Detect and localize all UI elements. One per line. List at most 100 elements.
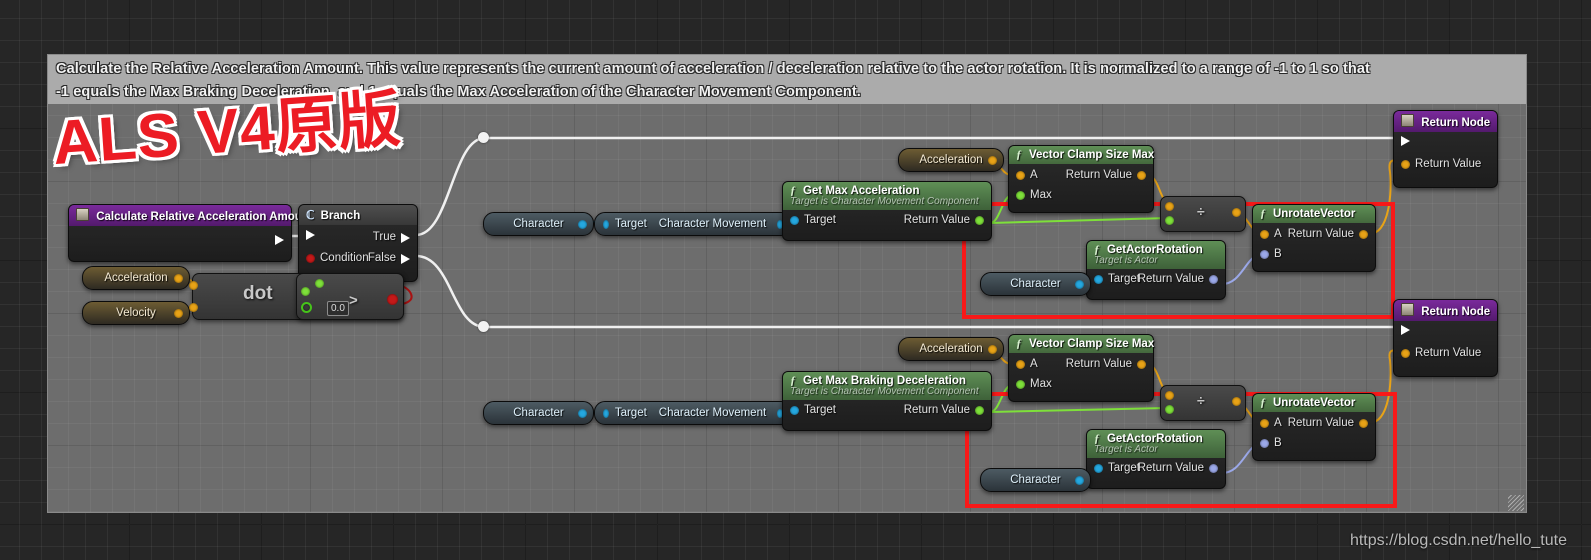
output-pin[interactable] [174, 273, 183, 283]
output-pin[interactable] [174, 308, 183, 318]
output-pin[interactable] [1075, 279, 1084, 289]
node-get-actor-rotation-top[interactable]: ƒ GetActorRotation Target is Actor Targe… [1086, 240, 1226, 300]
return-value-label: Return Value [1287, 417, 1354, 429]
node-calculate-relative-acceleration-amount[interactable]: Calculate Relative Acceleration Amount [68, 204, 313, 262]
node-divide-bottom[interactable]: ÷ [1160, 385, 1246, 421]
return-value-pin[interactable] [975, 216, 984, 225]
target-input-pin[interactable] [1094, 275, 1103, 284]
variable-character-bottom[interactable]: Character [483, 401, 594, 425]
target-input-pin[interactable] [790, 406, 799, 415]
node-return-bottom[interactable]: Return Node Return Value [1393, 299, 1498, 377]
return-value-pin[interactable] [1359, 230, 1368, 239]
return-value-pin[interactable] [1401, 160, 1410, 169]
return-value-pin[interactable] [1401, 349, 1410, 358]
node-header: Return Node [1394, 111, 1497, 132]
node-divide-top[interactable]: ÷ [1160, 196, 1246, 232]
compare-output-pin[interactable] [387, 294, 398, 305]
target-pin[interactable] [603, 408, 609, 418]
compare-link-pin[interactable] [315, 279, 324, 288]
target-input-pin[interactable] [1094, 464, 1103, 473]
branch-icon: ℂ [306, 208, 315, 222]
compare-input-b-pin[interactable] [301, 302, 312, 313]
output-pin[interactable] [578, 219, 587, 229]
condition-pin[interactable] [306, 254, 315, 263]
output-pin[interactable] [988, 155, 997, 165]
node-title: Vector Clamp Size Max [1028, 149, 1155, 161]
exec-reroute-bottom[interactable] [478, 321, 489, 332]
return-value-pin[interactable] [1359, 419, 1368, 428]
node-header: ƒ Get Max Acceleration Target is Charact… [783, 182, 991, 210]
variable-character-rotation-bottom[interactable]: Character [980, 468, 1091, 492]
input-a-pin[interactable] [1016, 360, 1025, 369]
dot-input-a-pin[interactable] [189, 281, 198, 290]
node-get-max-braking-deceleration[interactable]: ƒ Get Max Braking Deceleration Target is… [782, 371, 992, 431]
divide-output-pin[interactable] [1232, 208, 1241, 217]
divide-input-b-pin[interactable] [1165, 405, 1174, 414]
dot-input-b-pin[interactable] [189, 303, 198, 312]
node-greater-than[interactable]: 0.0 > [296, 273, 404, 320]
blueprint-canvas[interactable]: Calculate the Relative Acceleration Amou… [0, 0, 1591, 560]
variable-acceleration[interactable]: Acceleration [82, 266, 190, 290]
return-value-pin[interactable] [1209, 464, 1218, 473]
output-pin[interactable] [988, 344, 997, 354]
compare-value-field[interactable]: 0.0 [327, 301, 349, 316]
variable-character-movement-bottom[interactable]: Target Character Movement [594, 401, 792, 425]
node-get-actor-rotation-bottom[interactable]: ƒ GetActorRotation Target is Actor Targe… [1086, 429, 1226, 489]
divide-output-pin[interactable] [1232, 397, 1241, 406]
divide-input-a-pin[interactable] [1165, 202, 1174, 211]
variable-character-top[interactable]: Character [483, 212, 594, 236]
output-pin[interactable] [578, 408, 587, 418]
node-subtitle: Target is Actor [1094, 255, 1158, 266]
node-unrotate-vector-top[interactable]: ƒ UnrotateVector A Return Value B [1252, 204, 1376, 272]
node-vector-clamp-size-max-bottom[interactable]: ƒ Vector Clamp Size Max A Return Value M… [1008, 334, 1154, 402]
target-label: Target [614, 407, 647, 419]
input-max-pin[interactable] [1016, 191, 1025, 200]
input-b-pin[interactable] [1260, 439, 1269, 448]
variable-character-movement-top[interactable]: Target Character Movement [594, 212, 792, 236]
target-label: Target [1108, 462, 1140, 474]
compare-input-a-pin[interactable] [301, 287, 310, 296]
divide-input-a-pin[interactable] [1165, 391, 1174, 400]
divide-input-b-pin[interactable] [1165, 216, 1174, 225]
exec-input-pin[interactable] [1401, 136, 1410, 146]
exec-false-pin[interactable] [401, 253, 410, 264]
exec-true-pin[interactable] [401, 232, 410, 243]
comment-resize-handle[interactable] [1508, 495, 1524, 511]
variable-acceleration-reroute-top[interactable]: Acceleration [898, 148, 1004, 172]
input-a-label: A [1274, 228, 1282, 240]
exec-output-pin[interactable] [275, 235, 284, 245]
node-title: Calculate Relative Acceleration Amount [96, 211, 313, 223]
return-value-pin[interactable] [975, 406, 984, 415]
node-title: Branch [320, 210, 361, 222]
variable-label: Character Movement [658, 407, 767, 419]
return-value-pin[interactable] [1209, 275, 1218, 284]
exec-input-pin[interactable] [306, 230, 315, 240]
return-value-label: Return Value [1065, 169, 1132, 181]
input-a-pin[interactable] [1260, 230, 1269, 239]
input-max-pin[interactable] [1016, 380, 1025, 389]
target-input-pin[interactable] [790, 216, 799, 225]
node-branch[interactable]: ℂ Branch True Condition False [298, 204, 418, 282]
function-icon: ƒ [1260, 208, 1266, 220]
return-value-pin[interactable] [1137, 171, 1146, 180]
variable-label: Velocity [116, 307, 156, 319]
output-pin[interactable] [1075, 475, 1084, 485]
variable-velocity[interactable]: Velocity [82, 301, 190, 325]
target-pin[interactable] [603, 219, 609, 229]
exec-input-pin[interactable] [1401, 325, 1410, 335]
variable-character-rotation-top[interactable]: Character [980, 272, 1091, 296]
input-b-pin[interactable] [1260, 250, 1269, 259]
node-vector-clamp-size-max-top[interactable]: ƒ Vector Clamp Size Max A Return Value M… [1008, 145, 1154, 213]
node-title: UnrotateVector [1272, 208, 1356, 220]
node-unrotate-vector-bottom[interactable]: ƒ UnrotateVector A Return Value B [1252, 393, 1376, 461]
input-a-label: A [1030, 358, 1038, 370]
input-a-pin[interactable] [1260, 419, 1269, 428]
input-a-pin[interactable] [1016, 171, 1025, 180]
return-value-pin[interactable] [1137, 360, 1146, 369]
node-get-max-acceleration[interactable]: ƒ Get Max Acceleration Target is Charact… [782, 181, 992, 241]
node-title: Vector Clamp Size Max [1028, 338, 1155, 350]
node-header: ℂ Branch [299, 205, 417, 225]
exec-reroute-top[interactable] [478, 132, 489, 143]
node-return-top[interactable]: Return Node Return Value [1393, 110, 1498, 188]
variable-acceleration-reroute-bottom[interactable]: Acceleration [898, 337, 1004, 361]
